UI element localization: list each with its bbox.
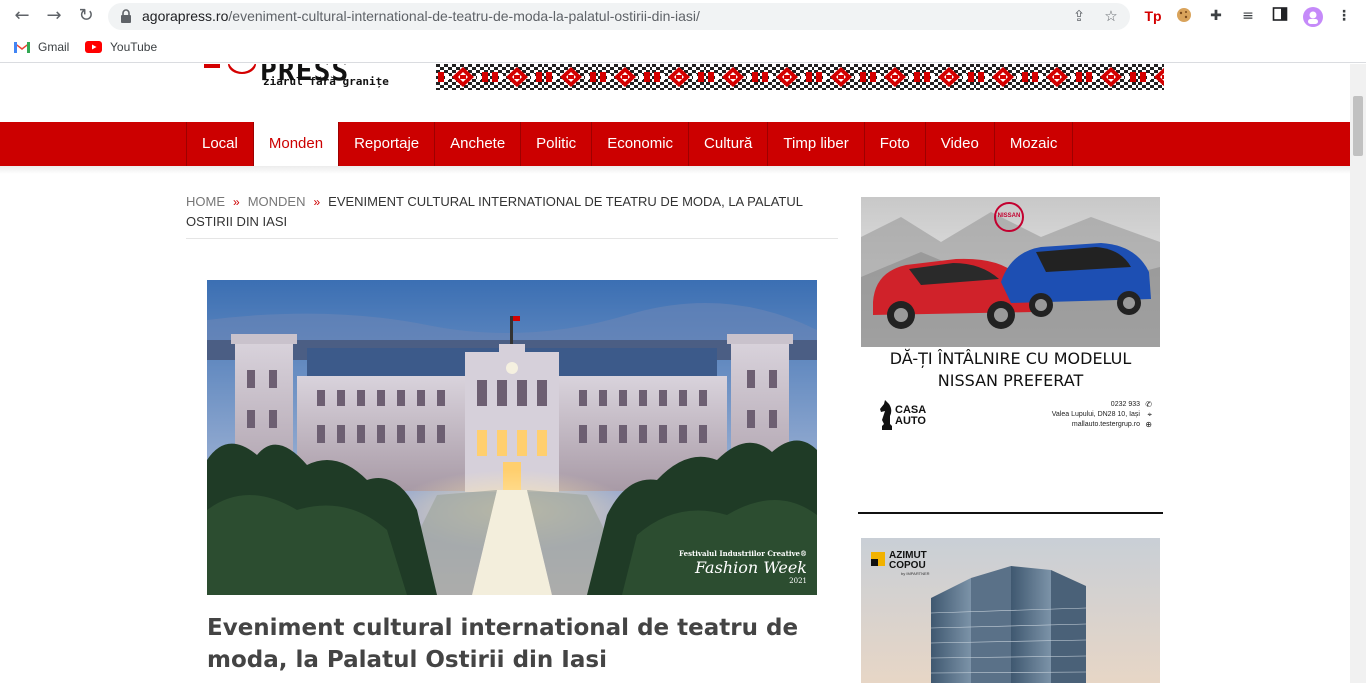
puzzle-extensions-icon[interactable]: ✚ <box>1206 6 1226 26</box>
sidebar-ad-azimut[interactable]: AZIMUT COPOU by IMPARTNER <box>861 538 1160 683</box>
menu-item[interactable]: Local <box>187 122 254 166</box>
star-icon[interactable]: ☆ <box>1102 7 1120 25</box>
media-control-icon[interactable]: ≡ <box>1238 6 1258 26</box>
url-text: agorapress.ro/eveniment-cultural-interna… <box>142 8 700 24</box>
menu-shadow <box>0 166 1350 174</box>
menu-item[interactable]: Reportaje <box>339 122 436 166</box>
bookmark-youtube[interactable]: YouTube <box>85 40 157 54</box>
cookie-extension-icon[interactable] <box>1174 6 1194 26</box>
page-viewport: PRESS ziarul fără granițe Local Monden R… <box>0 64 1350 683</box>
menu-item[interactable]: Anchete <box>435 122 522 166</box>
reload-icon[interactable]: ↻ <box>76 6 96 26</box>
globe-icon: ⊕ <box>1145 420 1152 429</box>
fashion-week-badge: Festivalul Industriilor Creative® Fashio… <box>679 549 807 585</box>
ad-phone: 0232 933 <box>1110 401 1140 408</box>
site-logo[interactable]: PRESS ziarul fără granițe <box>200 64 390 94</box>
article-headline: Eveniment cultural international de teat… <box>207 615 799 673</box>
youtube-icon <box>85 41 102 53</box>
menu-items: Local Monden Reportaje Anchete Politic Econom… <box>186 122 1074 166</box>
menu-item[interactable]: Timp liber <box>768 122 865 166</box>
sidebar-divider <box>858 512 1163 514</box>
pin-icon: ⌖ <box>1147 410 1152 419</box>
bookmark-label: Gmail <box>38 40 70 54</box>
main-menu: Local Monden Reportaje Anchete Politic Econom… <box>0 122 1350 166</box>
menu-item[interactable]: Monden <box>253 122 340 166</box>
dealer-line-2: AUTO <box>895 415 926 427</box>
menu-item[interactable]: Economic <box>592 122 690 166</box>
breadcrumb-divider <box>186 238 838 239</box>
article-featured-image[interactable]: Festivalul Industriilor Creative® Fashio… <box>207 280 817 595</box>
breadcrumb-home[interactable]: HOME <box>186 194 225 209</box>
breadcrumb-separator-icon: » <box>313 195 321 209</box>
url-host: agorapress.ro <box>142 8 229 24</box>
badge-line2: Fashion Week <box>695 558 807 577</box>
ad-address: Valea Lupului, DN28 10, Iași <box>1051 411 1140 418</box>
breadcrumb-separator-icon: » <box>233 195 240 209</box>
back-arrow-icon[interactable]: ← <box>12 6 32 26</box>
browser-toolbar: ← → ↻ agorapress.ro/eveniment-cultural-i… <box>0 0 1366 33</box>
nissan-brand: NISSAN <box>997 213 1021 219</box>
tp-extension-icon[interactable]: Tp <box>1143 6 1163 26</box>
sidebar-ad-nissan[interactable]: NISSAN DĂ-ȚI ÎNTÂLNIRE CU MODELUL NISSAN… <box>861 197 1160 447</box>
profile-avatar[interactable] <box>1302 6 1323 27</box>
header-pattern-banner <box>436 64 1164 90</box>
share-icon[interactable]: ⇪ <box>1070 7 1088 25</box>
chess-knight-icon <box>880 400 892 430</box>
ad-web: mallauto.testergrup.ro <box>1071 421 1140 428</box>
menu-item[interactable]: Foto <box>865 122 926 166</box>
badge-year: 2021 <box>789 577 807 585</box>
lock-icon <box>121 9 131 23</box>
forward-arrow-icon[interactable]: → <box>44 6 64 26</box>
url-path: /eveniment-cultural-international-de-tea… <box>228 8 700 24</box>
menu-item[interactable]: Mozaic <box>995 122 1074 166</box>
page-scrollbar[interactable] <box>1350 64 1366 683</box>
phone-icon: ✆ <box>1145 400 1152 409</box>
address-bar[interactable]: agorapress.ro/eveniment-cultural-interna… <box>108 3 1130 30</box>
azimut-sub: by IMPARTNER <box>901 571 930 576</box>
bookmarks-bar: Gmail YouTube <box>0 33 1366 63</box>
gmail-icon <box>14 41 30 53</box>
breadcrumb: HOME» MONDEN» EVENIMENT CULTURAL INTERNATI… <box>186 192 826 232</box>
scrollbar-thumb[interactable] <box>1353 96 1363 156</box>
badge-line1: Festivalul Industriilor Creative® <box>679 549 807 558</box>
bookmark-label: YouTube <box>110 40 158 54</box>
kebab-menu-icon[interactable]: ⋮ <box>1334 6 1354 26</box>
breadcrumb-section[interactable]: MONDEN <box>248 194 306 209</box>
bookmark-gmail[interactable]: Gmail <box>14 40 69 54</box>
side-panel-icon[interactable] <box>1270 6 1290 26</box>
menu-item[interactable]: Cultură <box>689 122 769 166</box>
nissan-headline-2: NISSAN PREFERAT <box>937 371 1084 390</box>
menu-item[interactable]: Politic <box>521 122 593 166</box>
logo-mark <box>200 64 260 76</box>
logo-tagline: ziarul fără granițe <box>263 75 389 88</box>
menu-item[interactable]: Video <box>926 122 995 166</box>
nissan-headline-1: DĂ-ȚI ÎNTÂLNIRE CU MODELUL <box>889 349 1132 368</box>
azimut-line-2: COPOU <box>889 560 926 571</box>
